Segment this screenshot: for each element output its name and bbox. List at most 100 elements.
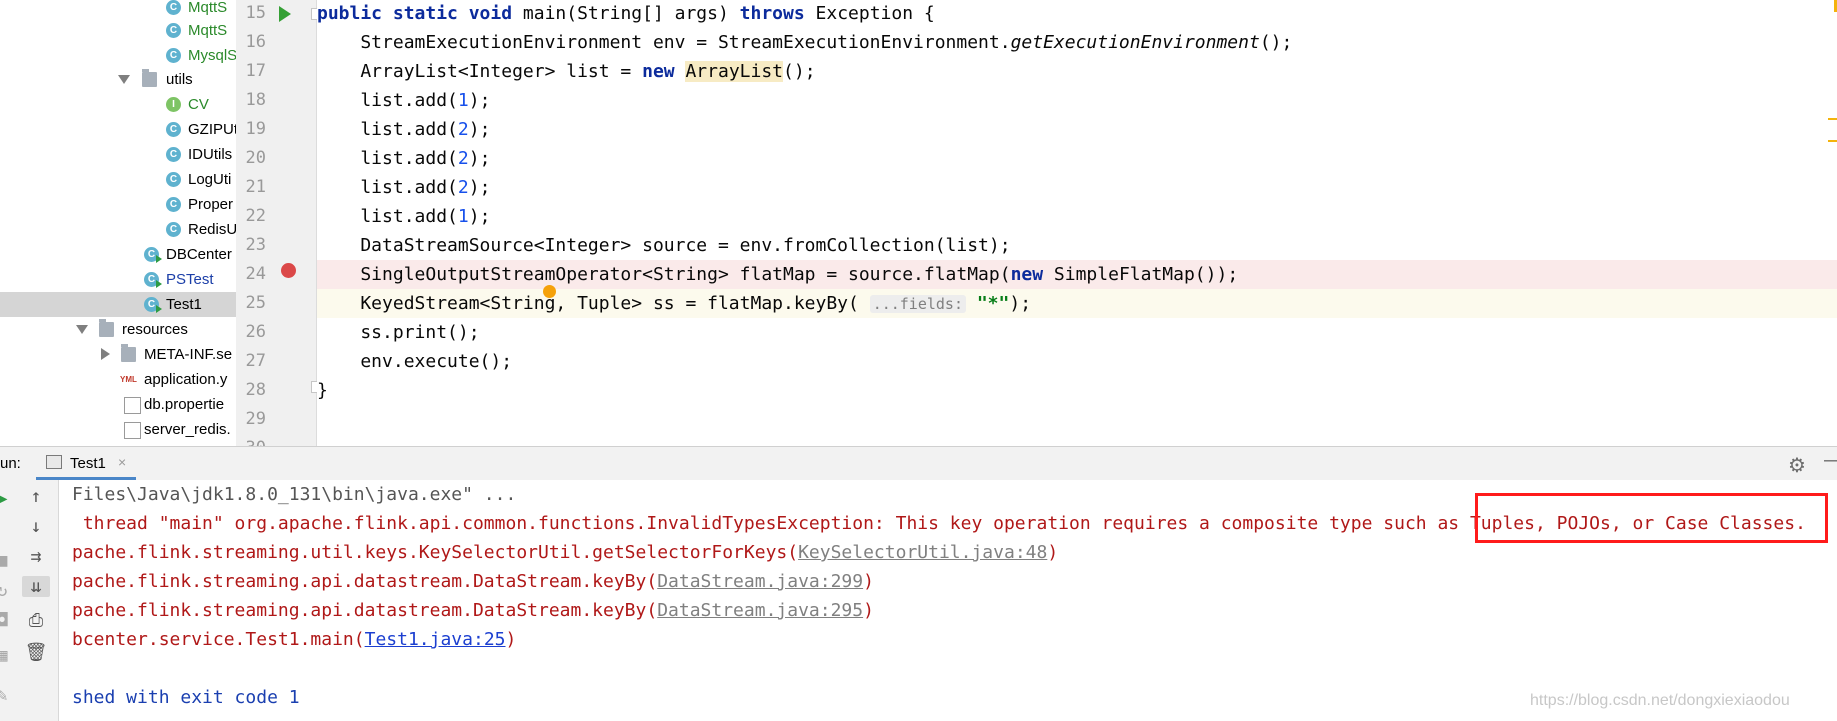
intention-bulb-icon[interactable] [543,285,556,298]
class-icon: C [166,222,181,237]
run-panel-label: un: [0,455,21,472]
editor-gutter[interactable]: 15 16 17 18 19 20 21 22 23 24 25 26 27 2… [236,0,317,458]
tree-item-meta-inf[interactable]: META-INF.se [0,342,236,367]
collapse-arrow-icon[interactable] [101,348,110,360]
tree-item-label: DBCenter [166,246,232,263]
code-line-18: list.add(1); [317,90,491,111]
line-number: 19 [245,119,266,139]
restore-layout-icon[interactable]: ↻ [0,580,14,601]
tree-item-cv[interactable]: I CV [0,92,236,117]
tree-item-server-redis[interactable]: server_redis. [0,417,236,442]
code-line-17: ArrayList<Integer> list = new ArrayList(… [317,61,816,82]
code-line-19: list.add(2); [317,119,491,140]
tree-item-redisutil[interactable]: C RedisU [0,217,236,242]
class-icon: C [166,197,181,212]
tree-item-resources[interactable]: resources [0,317,236,342]
class-icon: C [166,147,181,162]
stack-trace-link[interactable]: DataStream.java:295 [657,600,863,621]
tree-item-label: MqttS [188,22,228,39]
code-line-27: env.execute(); [317,351,513,372]
tree-item-mqtt-2[interactable]: C MqttS [0,18,236,43]
tree-item-label: Test1 [166,296,202,313]
scroll-to-end-icon[interactable]: ⇊ [22,576,50,597]
code-line-26: ss.print(); [317,322,480,343]
tree-item-label: db.propertie [144,396,225,413]
run-gutter-icon[interactable] [279,6,291,22]
tree-item-label: MqttS [188,0,228,16]
parameter-hint: ...fields: [869,295,966,313]
tree-item-label: application.y [144,371,228,388]
tree-item-label: utils [166,71,193,88]
breakpoint-icon[interactable] [281,263,296,278]
rerun-icon[interactable]: ▶ [0,488,14,509]
tree-item-label: GZIPUt [188,121,236,138]
line-number: 24 [245,264,266,284]
watermark-text: https://blog.csdn.net/dongxiexiaodou [1530,692,1790,709]
console-line-exit: shed with exit code 1 [72,687,300,708]
line-number: 15 [245,3,266,23]
code-line-23: DataStreamSource<Integer> source = env.f… [317,235,1011,256]
print-icon[interactable]: ⎙ [24,610,48,631]
tree-item-logutil[interactable]: C LogUti [0,167,236,192]
tab-test1[interactable]: Test1 × [36,447,136,480]
console-line-stack: pache.flink.streaming.util.keys.KeySelec… [72,542,1059,563]
error-stripe[interactable] [1828,0,1837,446]
console-line-stack: pache.flink.streaming.api.datastream.Dat… [72,571,874,592]
tree-item-utils[interactable]: utils [0,67,236,92]
code-line-21: list.add(2); [317,177,491,198]
tree-item-application-yml[interactable]: YML application.y [0,367,236,392]
tree-item-label: META-INF.se [144,346,233,363]
tree-item-idutils[interactable]: C IDUtils [0,142,236,167]
tree-item-properties[interactable]: C Proper [0,192,236,217]
camera-icon[interactable]: ◘ [0,610,14,631]
code-line-16: StreamExecutionEnvironment env = StreamE… [317,32,1293,53]
code-line-28: } [317,380,328,401]
tree-item-label: PSTest [166,271,214,288]
tree-item-mqtt-1[interactable]: C MqttS [0,0,236,20]
tree-item-label: IDUtils [188,146,233,163]
console-line-command: Files\Java\jdk1.8.0_131\bin\java.exe" ..… [72,484,517,505]
tree-item-test1[interactable]: C Test1 [0,292,236,317]
soft-wrap-icon[interactable]: ⇉ [24,546,48,567]
line-number: 18 [245,90,266,110]
tree-item-label: LogUti [188,171,232,188]
stack-trace-link[interactable]: DataStream.java:299 [657,571,863,592]
code-editor[interactable]: public static void main(String[] args) t… [317,0,1837,446]
tree-item-gzip[interactable]: C GZIPUt [0,117,236,142]
expand-arrow-icon[interactable] [76,325,88,334]
scroll-down-icon[interactable]: ↓ [24,516,48,537]
tree-item-mysql[interactable]: C MysqlS [0,43,236,68]
line-number: 27 [245,351,266,371]
code-line-15: public static void main(String[] args) t… [317,3,935,24]
stop-icon[interactable]: ■ [0,550,14,571]
run-toolbar: un: Test1 × ⚙ — [0,446,1837,481]
stack-trace-link[interactable]: KeySelectorUtil.java:48 [798,542,1047,563]
gear-icon[interactable]: ⚙ [1788,453,1806,478]
folder-icon [99,319,114,337]
pin-icon[interactable]: ✎ [0,685,14,706]
minimize-icon[interactable]: — [1824,449,1837,472]
tree-item-db-properties[interactable]: db.propertie [0,392,236,417]
tree-item-label: Proper [188,196,234,213]
trash-icon[interactable]: 🗑 [24,642,48,663]
tree-item-pstest[interactable]: C PSTest [0,267,236,292]
console-line-stack: bcenter.service.Test1.main(Test1.java:25… [72,629,517,650]
layout-icon[interactable]: ▦ [0,645,14,666]
code-line-22: list.add(1); [317,206,491,227]
close-icon[interactable]: × [118,454,126,470]
run-config-icon [46,455,62,469]
warning-mark[interactable] [1828,118,1837,120]
file-icon [124,397,141,414]
tab-label: Test1 [70,455,106,472]
project-tree[interactable]: C MqttS C MqttS C MysqlS utils I CV C GZ… [0,0,236,446]
tree-item-label: CV [188,96,209,113]
expand-arrow-icon[interactable] [118,75,130,84]
line-number: 17 [245,61,266,81]
warning-mark[interactable] [1828,140,1837,142]
tree-item-dbcenter[interactable]: C DBCenter [0,242,236,267]
scroll-up-icon[interactable]: ↑ [24,486,48,507]
stack-trace-link[interactable]: Test1.java:25 [365,629,506,650]
code-line-29: } [317,405,1795,434]
class-icon: C [166,0,181,15]
line-number: 23 [245,235,266,255]
